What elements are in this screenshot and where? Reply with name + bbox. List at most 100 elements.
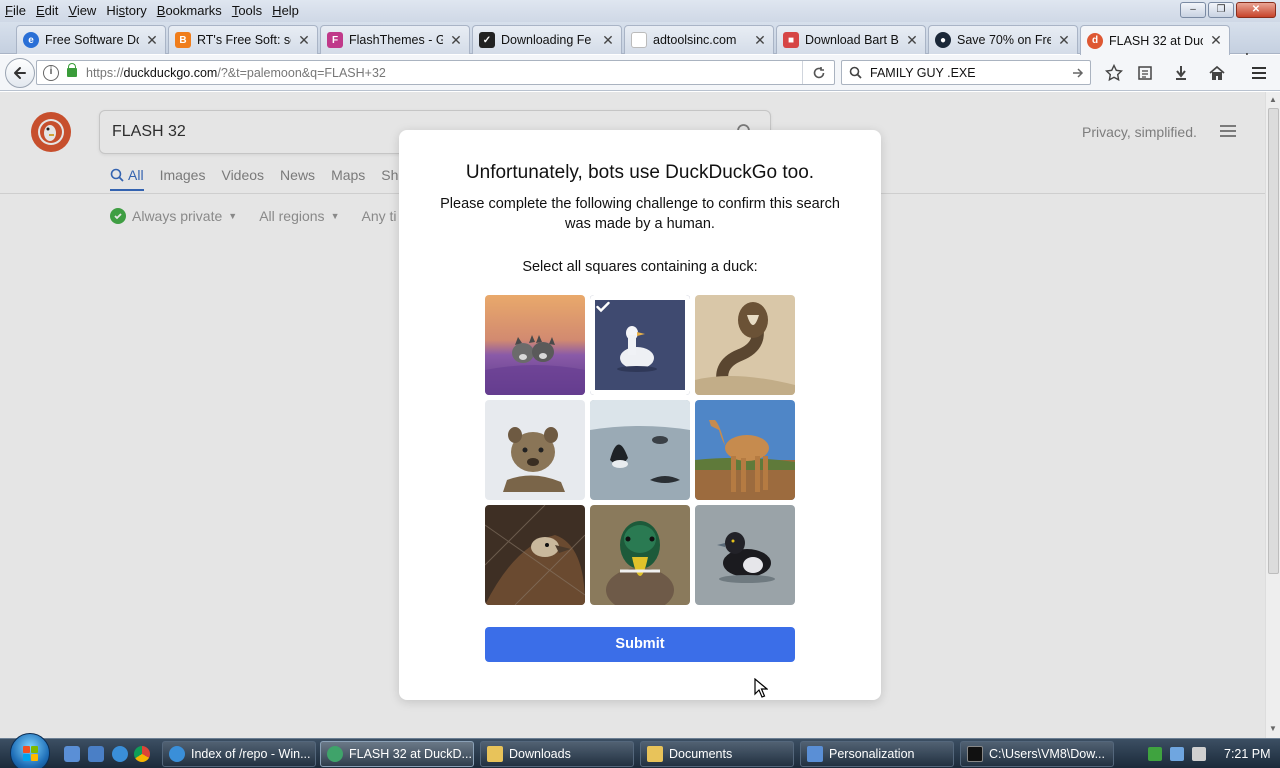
close-tab-icon[interactable]: ✕ <box>1057 32 1071 49</box>
orcas-image <box>590 400 690 500</box>
tab-title: FLASH 32 at Duc <box>1109 33 1203 48</box>
scrollbar[interactable]: ▲ ▼ <box>1265 92 1280 738</box>
modal-title: Unfortunately, bots use DuckDuckGo too. <box>465 162 815 183</box>
security-shield-icon[interactable] <box>1148 747 1162 761</box>
switch-windows-icon[interactable] <box>88 746 104 762</box>
cobra-image <box>695 295 795 395</box>
clock[interactable]: 7:21 PM <box>1224 747 1271 761</box>
show-desktop-icon[interactable] <box>64 746 80 762</box>
tab-title: adtoolsinc.com <box>653 33 737 47</box>
captcha-tile-camel[interactable] <box>695 400 795 500</box>
tab-title: FlashThemes - G <box>349 33 443 47</box>
navigation-bar: i https://duckduckgo.com/?&t=palemoon&q=… <box>0 55 1280 91</box>
close-window-button[interactable]: ✕ <box>1236 2 1276 18</box>
menu-edit[interactable]: Edit <box>31 0 63 22</box>
folder-icon <box>647 746 663 762</box>
tab-download-bart[interactable]: ■ Download Bart B ✕ <box>776 25 926 54</box>
url-path: /?&t=palemoon&q=FLASH+32 <box>217 65 386 80</box>
menu-tools[interactable]: Tools <box>227 0 267 22</box>
taskbar-personalization[interactable]: Personalization <box>800 741 954 767</box>
tab-title: RT's Free Soft: se <box>197 33 291 47</box>
url-prefix: https:// <box>86 65 124 80</box>
captcha-tile-tufted-duck[interactable] <box>695 505 795 605</box>
modal-subtitle: Please complete the following challenge … <box>440 196 840 232</box>
mallard-image <box>590 505 690 605</box>
captcha-tile-cobra[interactable] <box>695 295 795 395</box>
chrome-quicklaunch-icon[interactable] <box>134 746 150 762</box>
cmd-icon <box>967 746 983 762</box>
start-button[interactable] <box>10 733 50 768</box>
captcha-modal: Unfortunately, bots use DuckDuckGo too. … <box>399 130 881 700</box>
modal-prompt: Select all squares containing a duck: <box>522 259 758 275</box>
personalization-icon <box>807 746 823 762</box>
captcha-tile-hyena[interactable] <box>485 400 585 500</box>
menu-help[interactable]: Help <box>267 0 304 22</box>
tab-duckduckgo[interactable]: d FLASH 32 at Duc ✕ <box>1080 25 1230 55</box>
taskbar-index-of-repo[interactable]: Index of /repo - Win... <box>162 741 316 767</box>
tab-free-software[interactable]: e Free Software Do ✕ <box>16 25 166 54</box>
close-tab-icon[interactable]: ✕ <box>601 32 615 49</box>
downloads-icon[interactable] <box>1170 63 1192 83</box>
blogger-icon: B <box>175 32 191 48</box>
close-tab-icon[interactable]: ✕ <box>905 32 919 49</box>
taskbar-documents[interactable]: Documents <box>640 741 794 767</box>
tab-title: Save 70% on Fre <box>957 33 1051 47</box>
page-viewport: FLASH 32 Privacy, simplified. All Images… <box>0 92 1280 738</box>
tab-steam[interactable]: ● Save 70% on Fre ✕ <box>928 25 1078 54</box>
captcha-tile-wolves[interactable] <box>485 295 585 395</box>
info-icon[interactable]: i <box>43 64 59 81</box>
window-controls: – ❐ ✕ <box>1180 2 1276 18</box>
search-input[interactable]: FAMILY GUY .EXE <box>870 66 1072 80</box>
menu-history[interactable]: History <box>101 0 151 22</box>
bookmark-star-icon[interactable] <box>1103 63 1125 83</box>
captcha-tile-orcas[interactable] <box>590 400 690 500</box>
menu-bookmarks[interactable]: Bookmarks <box>152 0 227 22</box>
menu-view[interactable]: View <box>63 0 101 22</box>
close-tab-icon[interactable]: ✕ <box>449 32 463 49</box>
close-tab-icon[interactable]: ✕ <box>145 32 159 49</box>
taskbar-flash32-duckduckgo[interactable]: FLASH 32 at DuckD... <box>320 741 474 767</box>
network-icon[interactable] <box>1170 747 1184 761</box>
back-button[interactable] <box>5 58 35 88</box>
tab-adtoolsinc[interactable]: adtoolsinc.com ✕ <box>624 25 774 54</box>
home-icon[interactable] <box>1206 63 1228 83</box>
scroll-up-icon[interactable]: ▲ <box>1269 95 1277 104</box>
bookmarks-list-icon[interactable] <box>1134 63 1156 83</box>
reload-button[interactable] <box>802 61 834 84</box>
close-tab-icon[interactable]: ✕ <box>753 32 767 49</box>
captcha-tile-white-duck[interactable] <box>590 295 690 395</box>
tab-title: Download Bart B <box>805 33 899 47</box>
reload-icon <box>813 66 824 78</box>
menu-icon[interactable] <box>1248 63 1270 83</box>
taskbar-label: C:\Users\VM8\Dow... <box>989 747 1105 761</box>
windows-logo-icon <box>23 746 39 762</box>
folder-icon <box>487 746 503 762</box>
captcha-tile-vulture[interactable] <box>485 505 585 605</box>
download-page-icon: ✓ <box>479 32 495 48</box>
url-text[interactable]: https://duckduckgo.com/?&t=palemoon&q=FL… <box>86 66 386 80</box>
taskbar-downloads[interactable]: Downloads <box>480 741 634 767</box>
tab-flashthemes[interactable]: F FlashThemes - G ✕ <box>320 25 470 54</box>
volume-muted-icon[interactable] <box>1192 747 1206 761</box>
go-arrow-icon[interactable] <box>1072 67 1084 79</box>
close-tab-icon[interactable]: ✕ <box>1209 32 1223 49</box>
taskbar-label: Index of /repo - Win... <box>191 747 311 761</box>
minimize-button[interactable]: – <box>1180 2 1206 18</box>
close-tab-icon[interactable]: ✕ <box>297 32 311 49</box>
ie-icon <box>169 746 185 762</box>
submit-button[interactable]: Submit <box>485 627 795 662</box>
taskbar-command-prompt[interactable]: C:\Users\VM8\Dow... <box>960 741 1114 767</box>
scroll-down-icon[interactable]: ▼ <box>1269 724 1277 733</box>
tab-rt-free-soft[interactable]: B RT's Free Soft: se ✕ <box>168 25 318 54</box>
restore-button[interactable]: ❐ <box>1208 2 1234 18</box>
tab-title: Downloading Fe <box>501 33 592 47</box>
url-bar[interactable]: i https://duckduckgo.com/?&t=palemoon&q=… <box>36 60 835 85</box>
captcha-tile-mallard[interactable] <box>590 505 690 605</box>
tab-downloading[interactable]: ✓ Downloading Fe ✕ <box>472 25 622 54</box>
taskbar-label: FLASH 32 at DuckD... <box>349 747 472 761</box>
menu-file[interactable]: File <box>0 0 31 22</box>
ie-quicklaunch-icon[interactable] <box>112 746 128 762</box>
scroll-thumb[interactable] <box>1268 108 1279 574</box>
blank-page-icon <box>631 32 647 48</box>
search-bar[interactable]: FAMILY GUY .EXE <box>841 60 1091 85</box>
